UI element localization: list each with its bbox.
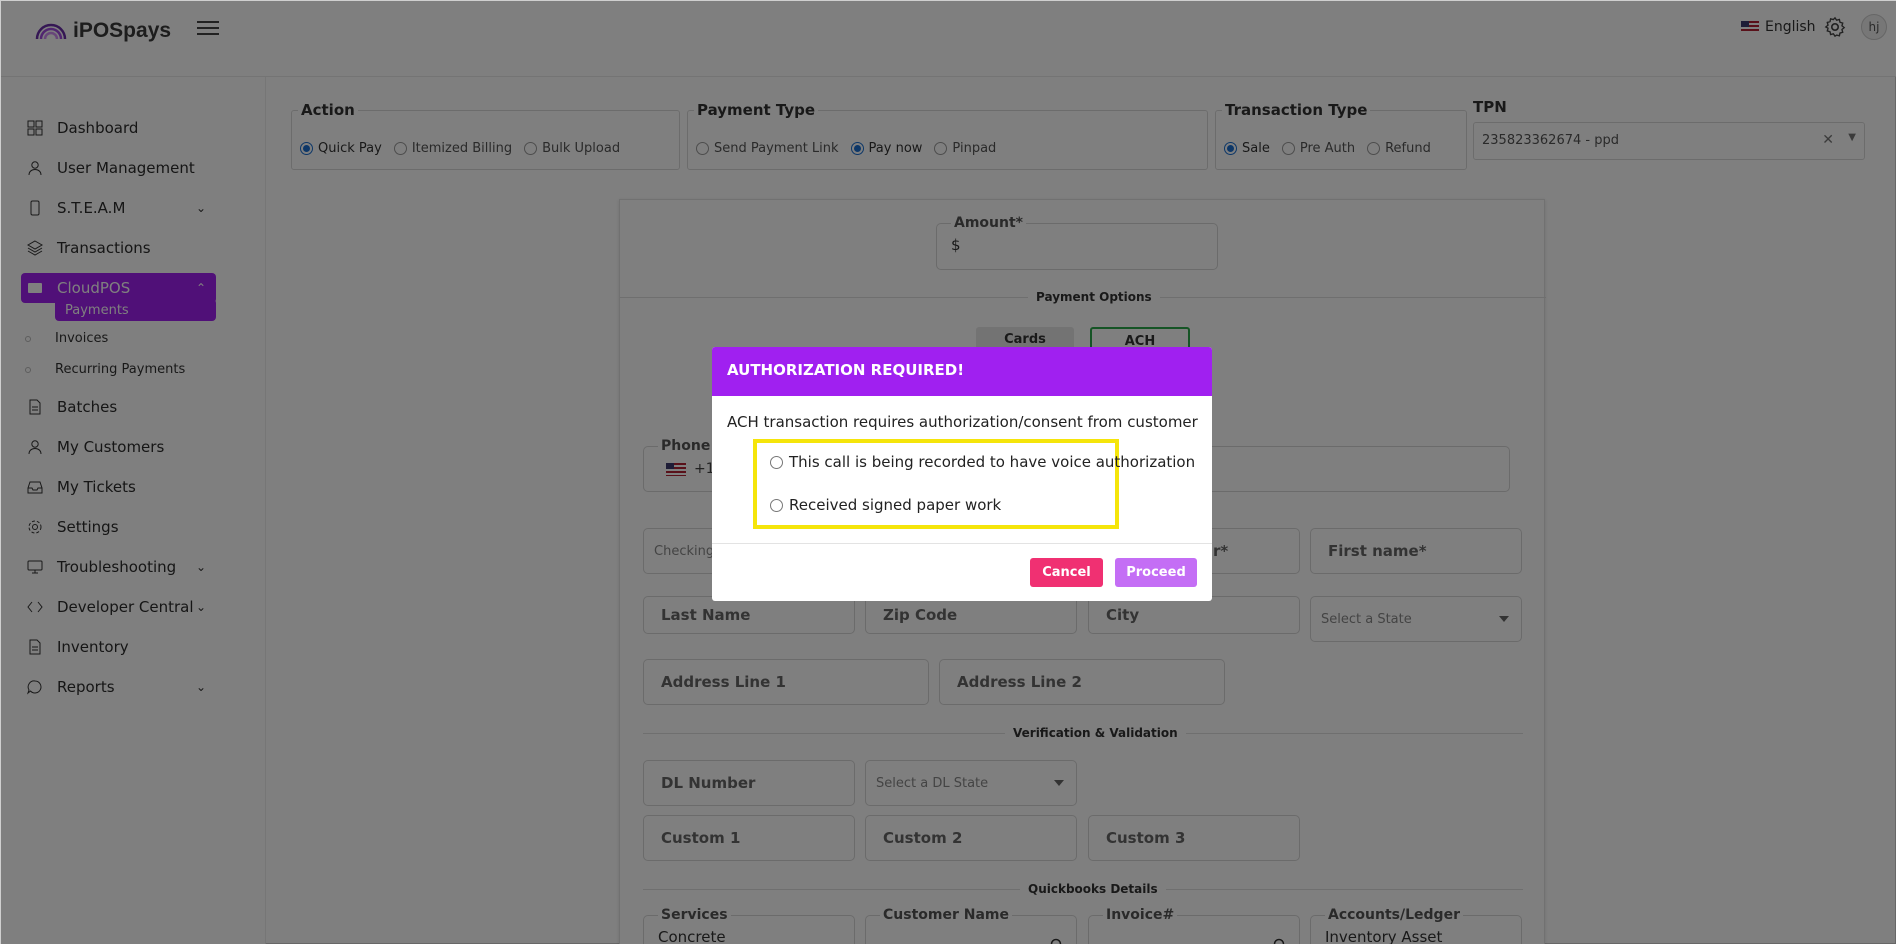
radio-icon xyxy=(770,455,783,469)
radio-icon xyxy=(770,498,783,512)
app-frame: iPOSpays English hj Dashboard User Manag… xyxy=(0,0,1896,944)
divider xyxy=(712,543,1212,544)
option-label: Received signed paper work xyxy=(789,496,1002,514)
option-signed-paperwork[interactable]: Received signed paper work xyxy=(770,496,1001,514)
modal-title: AUTHORIZATION REQUIRED! xyxy=(712,347,1212,396)
option-label: This call is being recorded to have voic… xyxy=(789,453,1196,471)
option-voice-authorization[interactable]: This call is being recorded to have voic… xyxy=(770,453,1195,471)
modal-message: ACH transaction requires authorization/c… xyxy=(727,413,1198,431)
authorization-modal: AUTHORIZATION REQUIRED! ACH transaction … xyxy=(712,347,1212,601)
cancel-button[interactable]: Cancel xyxy=(1030,558,1103,587)
proceed-button[interactable]: Proceed xyxy=(1115,558,1197,587)
